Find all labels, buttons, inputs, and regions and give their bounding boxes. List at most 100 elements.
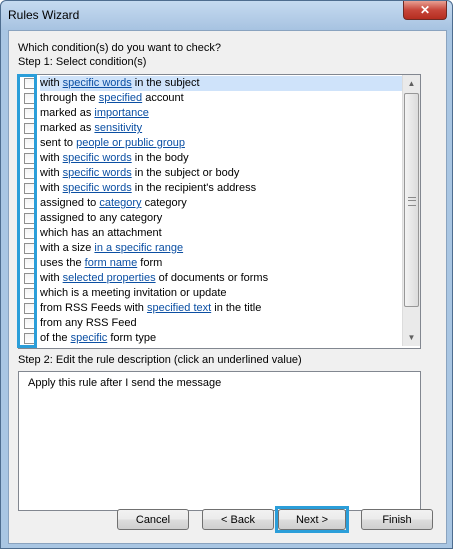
condition-text: which is a meeting invitation or update: [40, 286, 403, 301]
condition-text-pre: through the: [40, 92, 99, 104]
condition-text: with selected properties of documents or…: [40, 271, 403, 286]
condition-text: sent to people or public group: [40, 136, 403, 151]
condition-checkbox[interactable]: [24, 333, 35, 344]
condition-row[interactable]: from RSS Feeds with specified text in th…: [19, 301, 403, 316]
condition-text-pre: which is a meeting invitation or update: [40, 287, 227, 299]
condition-checkbox[interactable]: [24, 93, 35, 104]
condition-text-post: in the subject or body: [131, 167, 240, 179]
condition-link[interactable]: category: [99, 197, 141, 209]
condition-row[interactable]: which is a meeting invitation or update: [19, 286, 403, 301]
condition-text: through the specified account: [40, 91, 403, 106]
condition-link[interactable]: selected properties: [63, 272, 156, 284]
condition-row[interactable]: with specific words in the subject or bo…: [19, 166, 403, 181]
condition-text-pre: from any RSS Feed: [40, 317, 137, 329]
scroll-thumb[interactable]: [404, 93, 419, 307]
condition-link[interactable]: specific words: [63, 77, 132, 89]
condition-row[interactable]: with a size in a specific range: [19, 241, 403, 256]
condition-text-pre: uses the: [40, 257, 85, 269]
condition-link[interactable]: importance: [94, 107, 148, 119]
step1-label: Step 1: Select condition(s): [18, 56, 147, 68]
condition-row[interactable]: with specific words in the body: [19, 151, 403, 166]
condition-text: with a size in a specific range: [40, 241, 403, 256]
condition-text: which has an attachment: [40, 226, 403, 241]
condition-text: marked as importance: [40, 106, 403, 121]
condition-row[interactable]: with specific words in the recipient's a…: [19, 181, 403, 196]
condition-link[interactable]: sensitivity: [94, 122, 142, 134]
condition-row[interactable]: assigned to category category: [19, 196, 403, 211]
condition-text-post: in the subject: [131, 77, 200, 89]
condition-checkbox[interactable]: [24, 198, 35, 209]
scroll-up-icon[interactable]: ▲: [403, 75, 420, 92]
condition-checkbox[interactable]: [24, 78, 35, 89]
conditions-scrollbar[interactable]: ▲ ▼: [402, 75, 420, 346]
condition-text: marked as sensitivity: [40, 121, 403, 136]
condition-text-pre: with: [40, 152, 63, 164]
condition-row[interactable]: through the specified account: [19, 91, 403, 106]
condition-link[interactable]: specified: [99, 92, 142, 104]
condition-checkbox[interactable]: [24, 183, 35, 194]
condition-text-pre: sent to: [40, 137, 77, 149]
condition-link[interactable]: people or public group: [76, 137, 185, 149]
condition-checkbox[interactable]: [24, 243, 35, 254]
condition-text-pre: of the: [40, 332, 71, 344]
rule-description-text: Apply this rule after I send the message: [28, 377, 222, 389]
back-button[interactable]: < Back: [202, 509, 274, 530]
condition-link[interactable]: specific words: [63, 152, 132, 164]
condition-text-post: of documents or forms: [155, 272, 269, 284]
scroll-down-icon[interactable]: ▼: [403, 329, 420, 346]
condition-text: from RSS Feeds with specified text in th…: [40, 301, 403, 316]
condition-row[interactable]: with selected properties of documents or…: [19, 271, 403, 286]
condition-text-post: in the body: [131, 152, 189, 164]
condition-checkbox[interactable]: [24, 153, 35, 164]
condition-row[interactable]: of the specific form type: [19, 331, 403, 346]
rule-description-box[interactable]: Apply this rule after I send the message: [18, 371, 421, 511]
close-icon: ✕: [419, 3, 431, 17]
condition-row[interactable]: uses the form name form: [19, 256, 403, 271]
condition-text: with specific words in the subject or bo…: [40, 166, 403, 181]
condition-link[interactable]: specific words: [63, 167, 132, 179]
condition-text: assigned to any category: [40, 211, 403, 226]
condition-row[interactable]: marked as importance: [19, 106, 403, 121]
condition-checkbox[interactable]: [24, 303, 35, 314]
condition-row[interactable]: which has an attachment: [19, 226, 403, 241]
rules-wizard-window: Rules Wizard ✕ Which condition(s) do you…: [0, 0, 453, 549]
window-title: Rules Wizard: [8, 8, 80, 22]
condition-link[interactable]: in a specific range: [94, 242, 183, 254]
condition-text-post: form: [137, 257, 163, 269]
condition-row[interactable]: marked as sensitivity: [19, 121, 403, 136]
condition-text: from any RSS Feed: [40, 316, 403, 331]
condition-link[interactable]: specific: [71, 332, 108, 344]
finish-button[interactable]: Finish: [361, 509, 433, 530]
condition-text: of the specific form type: [40, 331, 403, 346]
condition-checkbox[interactable]: [24, 213, 35, 224]
condition-checkbox[interactable]: [24, 288, 35, 299]
cancel-button[interactable]: Cancel: [117, 509, 189, 530]
conditions-list[interactable]: with specific words in the subject throug…: [18, 74, 421, 349]
condition-link[interactable]: specified text: [147, 302, 211, 314]
condition-checkbox[interactable]: [24, 318, 35, 329]
condition-text: with specific words in the body: [40, 151, 403, 166]
condition-row[interactable]: assigned to any category: [19, 211, 403, 226]
condition-row[interactable]: sent to people or public group: [19, 136, 403, 151]
condition-text-pre: with a size: [40, 242, 95, 254]
condition-text: with specific words in the recipient's a…: [40, 181, 403, 196]
dialog-client-area: Which condition(s) do you want to check?…: [8, 30, 447, 544]
condition-link[interactable]: form name: [85, 257, 138, 269]
next-button[interactable]: Next >: [278, 509, 346, 530]
condition-link[interactable]: specific words: [63, 182, 132, 194]
condition-text-post: account: [142, 92, 184, 104]
condition-checkbox[interactable]: [24, 168, 35, 179]
condition-checkbox[interactable]: [24, 228, 35, 239]
condition-checkbox[interactable]: [24, 258, 35, 269]
title-bar[interactable]: Rules Wizard ✕: [1, 1, 452, 30]
condition-checkbox[interactable]: [24, 108, 35, 119]
condition-checkbox[interactable]: [24, 138, 35, 149]
condition-text-pre: marked as: [40, 107, 95, 119]
condition-checkbox[interactable]: [24, 123, 35, 134]
close-button[interactable]: ✕: [403, 1, 447, 20]
condition-row[interactable]: with specific words in the subject: [19, 76, 403, 91]
condition-checkbox[interactable]: [24, 273, 35, 284]
grip-icon: [408, 197, 416, 206]
condition-row[interactable]: from any RSS Feed: [19, 316, 403, 331]
condition-text-pre: with: [40, 77, 63, 89]
